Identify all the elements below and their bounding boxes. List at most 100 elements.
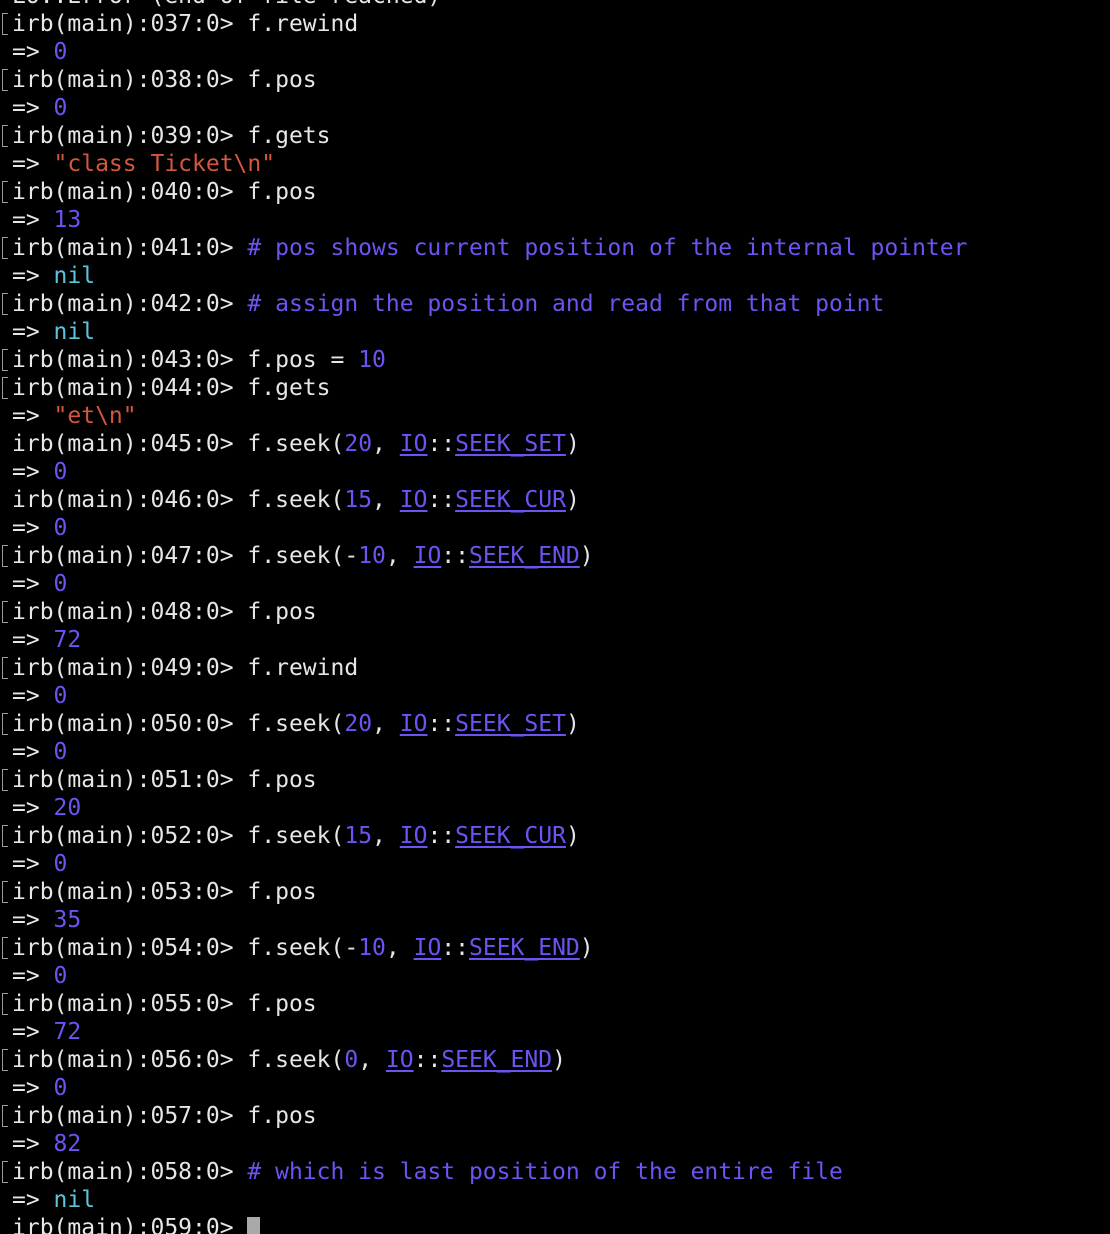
terminal-line: irb(main):050:0> f.seek(20, IO::SEEK_SET… (0, 710, 1110, 738)
terminal-line: => 0 (0, 514, 1110, 542)
terminal-line: => "et\n" (0, 402, 1110, 430)
line-segment: 20 (53, 795, 82, 821)
line-segment: :: (413, 1047, 442, 1073)
line-segment: 0 (53, 39, 68, 65)
line-segment: ) (565, 823, 580, 849)
line-segment: nil (53, 319, 96, 345)
terminal-line: irb(main):038:0> f.pos (0, 66, 1110, 94)
line-segment: => (12, 1187, 54, 1213)
terminal-line: irb(main):040:0> f.pos (0, 178, 1110, 206)
input-prompt-line[interactable]: irb(main):059:0> (0, 1214, 1110, 1234)
terminal-line: irb(main):053:0> f.pos (0, 878, 1110, 906)
terminal-line: => 13 (0, 206, 1110, 234)
line-segment: :: (441, 543, 469, 569)
line-segment: 0 (53, 459, 68, 485)
line-segment: SEEK_END (469, 935, 580, 961)
terminal-line: irb(main):047:0> f.seek(-10, IO::SEEK_EN… (0, 542, 1110, 570)
line-segment: irb(main):041:0> (12, 235, 248, 261)
terminal-line: irb(main):058:0> # which is last positio… (0, 1158, 1110, 1186)
line-segment: irb(main):058:0> (12, 1159, 248, 1185)
line-segment: irb(main):048:0> (12, 599, 248, 625)
line-segment: => (12, 683, 54, 709)
terminal-line: => 0 (0, 682, 1110, 710)
line-segment: :: (427, 487, 456, 513)
line-segment: IO (399, 431, 428, 457)
terminal-line: => 0 (0, 94, 1110, 122)
line-segment: f.pos (247, 67, 317, 93)
line-segment: f.seek( (247, 1047, 345, 1073)
terminal-output: LO::Error (end of file reached)irb(main)… (0, 0, 1110, 1234)
line-segment: f.seek( (247, 711, 345, 737)
line-segment: 10 (358, 935, 386, 961)
line-segment: 72 (53, 627, 82, 653)
terminal-line: => 0 (0, 738, 1110, 766)
line-segment: 13 (53, 207, 82, 233)
line-segment: f.pos (247, 767, 317, 793)
line-segment: irb(main):044:0> (12, 375, 248, 401)
line-segment: :: (427, 823, 456, 849)
line-segment: => (12, 263, 54, 289)
terminal-line: irb(main):046:0> f.seek(15, IO::SEEK_CUR… (0, 486, 1110, 514)
line-segment: f.seek( (247, 823, 345, 849)
line-segment: f.rewind (247, 11, 359, 37)
terminal-line: irb(main):044:0> f.gets (0, 374, 1110, 402)
line-segment: 0 (53, 1075, 68, 1101)
line-segment: SEEK_CUR (455, 823, 566, 849)
line-segment: => (12, 739, 54, 765)
line-segment: => (12, 95, 54, 121)
line-segment: irb(main):038:0> (12, 67, 248, 93)
terminal-line: irb(main):041:0> # pos shows current pos… (0, 234, 1110, 262)
line-segment: => (12, 1075, 54, 1101)
line-segment: irb(main):051:0> (12, 767, 248, 793)
terminal-line: => "class Ticket\n" (0, 150, 1110, 178)
line-segment: f.seek( (247, 487, 345, 513)
line-segment: IO (413, 543, 442, 569)
terminal-line: irb(main):045:0> f.seek(20, IO::SEEK_SET… (0, 430, 1110, 458)
line-segment: f.pos = (247, 347, 359, 373)
line-segment: irb(main):040:0> (12, 179, 248, 205)
line-segment: 72 (53, 1019, 82, 1045)
terminal-line: irb(main):039:0> f.gets (0, 122, 1110, 150)
line-segment: irb(main):053:0> (12, 879, 248, 905)
line-segment: ) (579, 935, 594, 961)
line-segment: , (385, 543, 414, 569)
line-segment: , (372, 431, 400, 457)
line-segment: irb(main):054:0> (12, 935, 248, 961)
line-segment: , (372, 823, 400, 849)
line-segment: ) (565, 431, 580, 457)
line-segment: 0 (53, 963, 68, 989)
line-segment: # assign the position and read from that… (247, 291, 885, 317)
line-segment: => (12, 963, 54, 989)
line-segment: irb(main):052:0> (12, 823, 248, 849)
line-segment: :: (427, 711, 456, 737)
terminal-line: => 35 (0, 906, 1110, 934)
line-segment: irb(main):055:0> (12, 991, 248, 1017)
line-segment: f.seek(- (247, 543, 359, 569)
line-segment: => (12, 795, 54, 821)
terminal-line: => nil (0, 262, 1110, 290)
terminal-line: irb(main):048:0> f.pos (0, 598, 1110, 626)
terminal-line: irb(main):054:0> f.seek(-10, IO::SEEK_EN… (0, 934, 1110, 962)
line-segment: 0 (53, 515, 68, 541)
terminal-line: => 72 (0, 1018, 1110, 1046)
line-segment: nil (53, 263, 96, 289)
line-segment: => (12, 907, 54, 933)
line-segment: # which is last position of the entire f… (247, 1159, 843, 1185)
line-segment: => (12, 1131, 54, 1157)
line-segment: , (385, 935, 414, 961)
line-segment: irb(main):056:0> (12, 1047, 248, 1073)
terminal-window[interactable]: LO::Error (end of file reached)irb(main)… (0, 0, 1110, 1234)
line-segment: ) (565, 711, 580, 737)
terminal-line: irb(main):043:0> f.pos = 10 (0, 346, 1110, 374)
line-segment: IO (413, 935, 442, 961)
line-segment: , (372, 711, 400, 737)
line-segment: 10 (358, 543, 386, 569)
line-segment: f.pos (247, 879, 317, 905)
line-segment: ) (579, 543, 594, 569)
line-segment: 20 (344, 431, 373, 457)
line-segment: 0 (53, 851, 68, 877)
line-segment: irb(main):045:0> (12, 431, 248, 457)
line-segment: 15 (344, 823, 373, 849)
terminal-line: => 0 (0, 962, 1110, 990)
line-segment: irb(main):050:0> (12, 711, 248, 737)
